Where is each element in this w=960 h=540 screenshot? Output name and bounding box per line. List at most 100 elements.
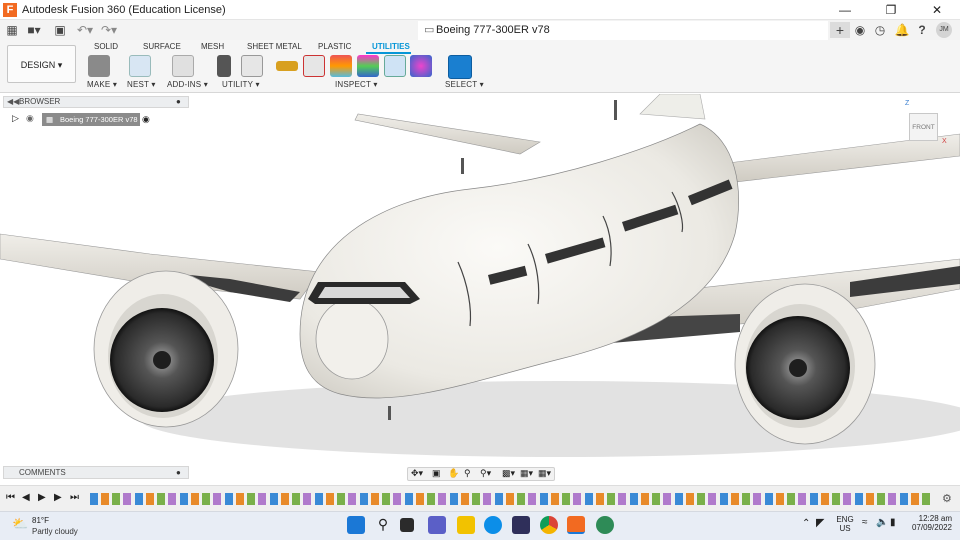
- redo-icon[interactable]: ↷▾: [98, 22, 120, 38]
- minimize-button[interactable]: —: [822, 0, 868, 20]
- zoom-icon[interactable]: ⚲: [464, 468, 471, 479]
- tray-app-icon[interactable]: ◤: [816, 516, 824, 529]
- tab-plastic[interactable]: PLASTIC: [318, 42, 351, 51]
- workspace-label: DESIGN: [20, 60, 56, 70]
- weather-temp[interactable]: 81°F: [32, 516, 49, 525]
- file-menu-icon[interactable]: ■▾: [24, 22, 44, 38]
- nest-icon[interactable]: [129, 55, 151, 77]
- display-settings-icon[interactable]: ▩▾: [502, 468, 515, 479]
- tab-surface[interactable]: SURFACE: [143, 42, 181, 51]
- tab-sheet-metal[interactable]: SHEET METAL: [247, 42, 302, 51]
- group-make[interactable]: MAKE ▾: [87, 80, 117, 89]
- help-icon[interactable]: ?: [914, 22, 930, 38]
- timeline-prev-icon[interactable]: ◀: [22, 492, 30, 503]
- curvature-comb-icon[interactable]: [330, 55, 352, 77]
- navigation-bar: ✥▾ ▣ ✋ ⚲ ⚲▾ ▩▾ ▦▾ ▦▾: [407, 467, 555, 481]
- tab-utilities[interactable]: UTILITIES: [372, 42, 410, 51]
- notifications-icon[interactable]: 🔔: [894, 22, 910, 38]
- weather-desc[interactable]: Partly cloudy: [32, 527, 78, 536]
- maximize-button[interactable]: ❐: [868, 0, 914, 20]
- aircraft-model[interactable]: [0, 94, 960, 464]
- group-nest[interactable]: NEST ▾: [127, 80, 156, 89]
- comments-panel[interactable]: COMMENTS ●: [3, 466, 189, 479]
- timeline-settings-icon[interactable]: ⚙: [942, 492, 952, 505]
- wifi-icon[interactable]: ≈: [862, 517, 868, 528]
- group-add-ins[interactable]: ADD-INS ▾: [167, 80, 208, 89]
- browser-title: BROWSER: [19, 97, 61, 106]
- weather-icon[interactable]: ⛅: [12, 516, 28, 532]
- document-title: Boeing 777-300ER v78: [436, 24, 550, 36]
- utility-traffic-light-icon[interactable]: [217, 55, 231, 77]
- viewcube[interactable]: FRONT: [909, 113, 938, 141]
- group-inspect[interactable]: INSPECT ▾: [335, 80, 378, 89]
- app-grid-icon[interactable]: ▦: [4, 22, 20, 38]
- add-comment-icon[interactable]: ●: [176, 467, 181, 478]
- browser-panel[interactable]: ◀◀ BROWSER ●: [3, 96, 189, 108]
- orbit-icon[interactable]: ✥▾: [411, 468, 423, 479]
- fusion-app-icon: F: [3, 3, 17, 17]
- viewcube-face-label: FRONT: [912, 124, 935, 131]
- fusion-taskbar-icon[interactable]: [567, 516, 585, 534]
- comments-title: COMMENTS: [19, 468, 66, 477]
- chrome-icon[interactable]: [540, 516, 558, 534]
- close-window-button[interactable]: ✕: [914, 0, 960, 20]
- file-explorer-icon[interactable]: [457, 516, 475, 534]
- undo-icon[interactable]: ↶▾: [74, 22, 96, 38]
- component-color-icon[interactable]: [410, 55, 432, 77]
- grid-settings-icon[interactable]: ▦▾: [520, 468, 533, 479]
- section-analysis-icon[interactable]: [384, 55, 406, 77]
- teams-chat-icon[interactable]: [428, 516, 446, 534]
- timeline-end-icon[interactable]: ⏭: [70, 492, 79, 503]
- active-tab-underline: [366, 52, 411, 54]
- earth-app-icon[interactable]: [596, 516, 614, 534]
- timeline[interactable]: ⏮ ◀ ▶ ▶ ⏭ ⚙: [0, 485, 960, 511]
- timeline-play-icon[interactable]: ▶: [38, 492, 46, 503]
- document-component-icon: ▦: [46, 115, 54, 124]
- browser-options-icon[interactable]: ●: [176, 97, 181, 107]
- new-tab-icon[interactable]: +: [830, 22, 850, 38]
- zebra-analysis-icon[interactable]: [357, 55, 379, 77]
- search-icon[interactable]: ⚲: [374, 516, 392, 534]
- extensions-icon[interactable]: ◉: [852, 22, 868, 38]
- tab-mesh[interactable]: MESH: [201, 42, 224, 51]
- root-component-label[interactable]: ▦ Boeing 777-300ER v78: [42, 113, 140, 126]
- tab-solid[interactable]: SOLID: [94, 42, 118, 51]
- collapse-browser-icon[interactable]: ◀◀: [7, 97, 19, 107]
- viewcube-x-axis: X: [942, 138, 947, 145]
- canvas-viewport[interactable]: [0, 94, 960, 464]
- group-utility[interactable]: UTILITY ▾: [222, 80, 260, 89]
- measure-icon[interactable]: [276, 61, 298, 71]
- battery-icon[interactable]: ▮: [890, 517, 896, 528]
- expand-tree-icon[interactable]: ▷: [12, 113, 19, 124]
- edge-icon[interactable]: [484, 516, 502, 534]
- workspace-switcher[interactable]: DESIGN ▾: [7, 45, 76, 83]
- timeline-next-icon[interactable]: ▶: [54, 492, 62, 503]
- viewcube-z-axis: Z: [905, 100, 910, 107]
- group-select[interactable]: SELECT ▾: [445, 80, 484, 89]
- interference-icon[interactable]: [303, 55, 325, 77]
- fit-icon[interactable]: ⚲▾: [480, 468, 491, 479]
- visibility-eye-icon[interactable]: ◉: [26, 113, 34, 124]
- clock[interactable]: 12:28 am 07/09/2022: [908, 514, 952, 532]
- look-at-icon[interactable]: ▣: [432, 468, 441, 479]
- store-icon[interactable]: [512, 516, 530, 534]
- start-icon[interactable]: [347, 516, 365, 534]
- document-cube-icon: ▭: [424, 24, 435, 36]
- change-parameters-icon[interactable]: [241, 55, 263, 77]
- document-tab[interactable]: ▭ Boeing 777-300ER v78: [418, 21, 828, 40]
- pan-icon[interactable]: ✋: [448, 468, 459, 479]
- language-indicator[interactable]: ENG US: [836, 515, 854, 533]
- select-icon[interactable]: [448, 55, 472, 79]
- make-3d-print-icon[interactable]: [88, 55, 110, 77]
- volume-icon[interactable]: 🔈: [876, 517, 888, 528]
- user-avatar[interactable]: JM: [936, 22, 952, 38]
- timeline-start-icon[interactable]: ⏮: [6, 492, 15, 503]
- viewports-icon[interactable]: ▦▾: [538, 468, 551, 479]
- job-status-icon[interactable]: ◷: [872, 22, 888, 38]
- timeline-features[interactable]: [90, 493, 930, 505]
- task-view-icon[interactable]: [400, 518, 414, 532]
- show-hidden-icons[interactable]: ⌃: [802, 518, 810, 529]
- activate-component-icon[interactable]: ◉: [142, 114, 150, 125]
- save-icon[interactable]: ▣: [52, 22, 68, 38]
- add-ins-icon[interactable]: [172, 55, 194, 77]
